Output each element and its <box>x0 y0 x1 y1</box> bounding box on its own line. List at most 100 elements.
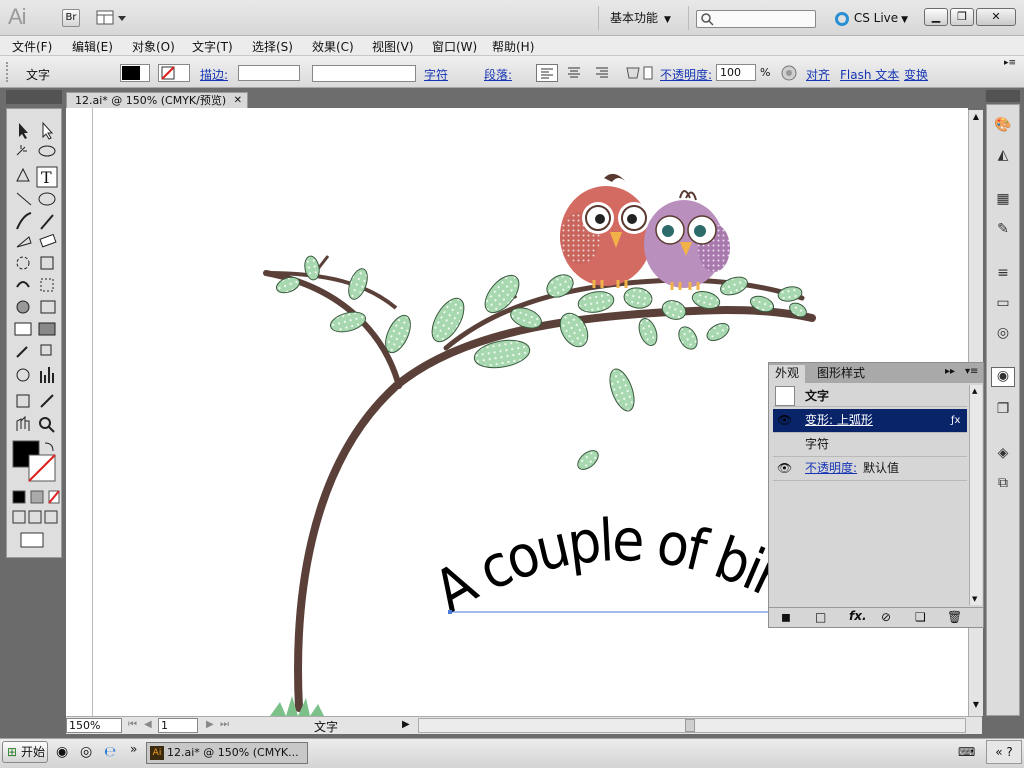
collapse-panel-icon[interactable]: ▸▸ <box>945 366 955 377</box>
transparency-icon[interactable]: ◎ <box>991 325 1015 345</box>
tray-expand-button[interactable]: « ? <box>986 740 1022 764</box>
draw-normal-button[interactable] <box>12 510 26 524</box>
align-right-button[interactable] <box>592 64 614 82</box>
tab-appearance[interactable]: 外观 <box>769 365 806 383</box>
last-page-icon[interactable]: ⏭ <box>220 719 229 730</box>
anchor-point[interactable] <box>448 610 452 614</box>
visibility-eye-icon[interactable]: 👁 <box>777 409 792 432</box>
align-center-button[interactable] <box>564 64 586 82</box>
selection-tool-icon[interactable] <box>19 123 28 139</box>
horizontal-scrollbar[interactable] <box>418 718 966 733</box>
first-page-icon[interactable]: ⏮ <box>128 719 137 730</box>
scale-tool-icon[interactable] <box>40 256 54 270</box>
arrange-documents-button[interactable] <box>96 9 130 27</box>
brush-style-button[interactable] <box>624 64 654 82</box>
keyboard-tray-icon[interactable]: ⌨ <box>958 745 975 759</box>
color-panel-icon[interactable]: 🎨 <box>991 117 1015 137</box>
opacity-field[interactable]: 100 <box>716 64 756 81</box>
cs-live-menu[interactable]: CS Live ▼ <box>834 9 914 27</box>
stroke-panel-icon[interactable]: ≡ <box>991 265 1015 285</box>
gradient-mode-button[interactable] <box>30 490 44 504</box>
menu-edit[interactable]: 编辑(E) <box>72 38 113 55</box>
help-search-input[interactable] <box>696 10 816 28</box>
control-menu-icon[interactable]: ▸≡ <box>1004 58 1016 68</box>
flash-text-link[interactable]: Flash 文本 <box>840 66 899 83</box>
hand-tool-icon[interactable] <box>16 415 30 431</box>
draw-behind-button[interactable] <box>28 510 42 524</box>
gradient-tool-icon[interactable] <box>38 322 56 336</box>
menu-help[interactable]: 帮助(H) <box>492 38 534 55</box>
add-effect-icon[interactable]: fx. <box>849 609 867 623</box>
prev-page-icon[interactable]: ◀ <box>144 719 152 730</box>
dock-header[interactable] <box>986 90 1020 102</box>
layers-icon[interactable]: ◈ <box>991 445 1015 465</box>
duplicate-item-icon[interactable]: ❏ <box>915 610 926 624</box>
character-link[interactable]: 字符 <box>424 66 448 83</box>
menu-view[interactable]: 视图(V) <box>372 38 414 55</box>
add-new-stroke-icon[interactable]: ◼ <box>781 610 791 624</box>
blend-tool-icon[interactable] <box>40 344 52 356</box>
stroke-color-swatch[interactable] <box>158 64 190 82</box>
menu-file[interactable]: 文件(F) <box>12 38 52 55</box>
zoom-field[interactable]: 150% <box>66 718 122 733</box>
appearance-row-opacity[interactable]: 👁 不透明度: 默认值 <box>773 457 967 481</box>
menu-object[interactable]: 对象(O) <box>132 38 175 55</box>
toolbox-header[interactable] <box>6 90 62 104</box>
appearance-panel-icon[interactable]: ◉ <box>991 367 1015 387</box>
appearance-row-warp[interactable]: 👁 变形: 上弧形 ƒx <box>773 409 967 433</box>
magic-wand-tool-icon[interactable] <box>16 145 27 156</box>
menu-window[interactable]: 窗口(W) <box>432 38 477 55</box>
opacity-appearance-link[interactable]: 不透明度: <box>805 457 857 480</box>
direct-selection-tool-icon[interactable] <box>42 121 54 140</box>
zoom-tool-icon[interactable] <box>39 417 51 429</box>
ellipse-tool-icon[interactable] <box>38 192 56 206</box>
workspace-switcher[interactable]: 基本功能 ▼ <box>610 9 682 27</box>
scroll-down-icon[interactable]: ▼ <box>972 595 977 603</box>
eyedropper-tool-icon[interactable] <box>16 346 28 358</box>
eraser-tool-icon[interactable] <box>39 233 57 248</box>
color-guide-icon[interactable]: ◭ <box>991 147 1015 167</box>
browser-icon[interactable]: ◎ <box>80 744 92 760</box>
menu-select[interactable]: 选择(S) <box>252 38 293 55</box>
gradient-panel-icon[interactable]: ▭ <box>991 295 1015 315</box>
paragraph-link[interactable]: 段落: <box>484 66 512 83</box>
pen-tool-icon[interactable] <box>16 167 30 182</box>
clear-appearance-icon[interactable]: ⊘ <box>881 610 891 624</box>
delete-item-icon[interactable]: 🗑 <box>947 610 962 624</box>
menu-effect[interactable]: 效果(C) <box>312 38 354 55</box>
close-button[interactable]: ✕ <box>976 8 1016 26</box>
page-field[interactable]: 1 <box>158 718 198 733</box>
panel-scrollbar[interactable]: ▲ ▼ <box>969 385 982 605</box>
warp-tool-icon[interactable] <box>16 281 30 288</box>
screen-mode-button[interactable] <box>20 532 44 548</box>
panel-menu-icon[interactable]: ▾≡ <box>965 366 978 377</box>
taskbar-illustrator-item[interactable]: Ai 12.ai* @ 150% (CMYK... <box>146 742 308 764</box>
transform-link[interactable]: 变换 <box>904 66 928 83</box>
paintbrush-tool-icon[interactable] <box>16 212 32 230</box>
swatches-icon[interactable]: ▦ <box>991 191 1015 211</box>
brushes-icon[interactable]: ✎ <box>991 221 1015 241</box>
horizontal-scroll-thumb[interactable] <box>685 719 695 732</box>
align-link[interactable]: 对齐 <box>806 66 830 83</box>
artboards-icon[interactable]: ⧉ <box>991 475 1015 495</box>
document-tab[interactable]: 12.ai* @ 150% (CMYK/预览) ✕ <box>66 92 248 109</box>
rotate-tool-icon[interactable] <box>16 256 30 270</box>
symbol-sprayer-tool-icon[interactable] <box>16 368 30 382</box>
shape-builder-tool-icon[interactable] <box>16 300 30 314</box>
recolor-artwork-button[interactable] <box>780 64 798 82</box>
pencil-tool-icon[interactable] <box>40 214 54 230</box>
restore-button[interactable]: ❐ <box>950 8 974 26</box>
color-mode-button[interactable] <box>12 490 26 504</box>
appearance-row-character[interactable]: 字符 <box>773 433 967 457</box>
perspective-grid-tool-icon[interactable] <box>40 300 56 314</box>
column-graph-tool-icon[interactable] <box>40 367 54 383</box>
status-menu-icon[interactable]: ▶ <box>402 719 410 730</box>
bridge-button[interactable]: Br <box>62 9 80 27</box>
control-bar-grip[interactable] <box>6 62 9 82</box>
next-page-icon[interactable]: ▶ <box>206 719 214 730</box>
mesh-tool-icon[interactable] <box>14 322 32 336</box>
line-tool-icon[interactable] <box>16 192 32 206</box>
start-button[interactable]: ⊞ 开始 <box>2 741 48 763</box>
align-left-button[interactable] <box>536 64 558 82</box>
swap-fill-stroke-icon[interactable] <box>44 442 54 452</box>
